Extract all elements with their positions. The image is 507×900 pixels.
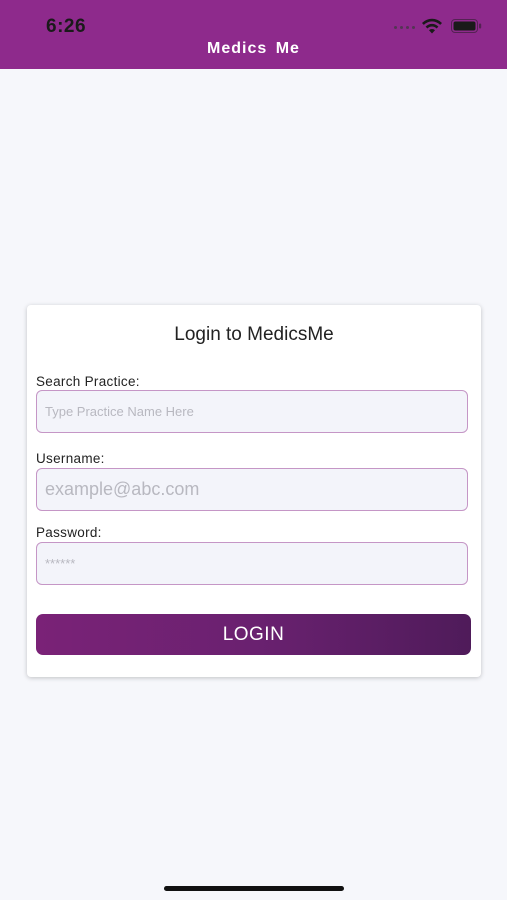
- wifi-icon: [422, 18, 442, 34]
- login-card: Login to MedicsMe Search Practice: Usern…: [27, 305, 481, 677]
- username-field-label: Username:: [36, 451, 105, 466]
- login-button[interactable]: LOGIN: [36, 614, 471, 655]
- username-input[interactable]: [36, 468, 468, 511]
- practice-search-input[interactable]: [36, 390, 468, 433]
- login-card-title: Login to MedicsMe: [174, 324, 334, 345]
- status-bar-time: 6:26: [46, 16, 87, 37]
- password-input[interactable]: [36, 542, 468, 585]
- password-field-label: Password:: [36, 525, 102, 540]
- practice-field-label: Search Practice:: [36, 374, 140, 389]
- signal-dots-icon: [394, 26, 415, 29]
- battery-icon: [451, 19, 482, 33]
- home-indicator[interactable]: [164, 886, 344, 891]
- top-app-bar: 6:26 Medics Me: [0, 0, 507, 69]
- app-title: Medics Me: [207, 40, 300, 57]
